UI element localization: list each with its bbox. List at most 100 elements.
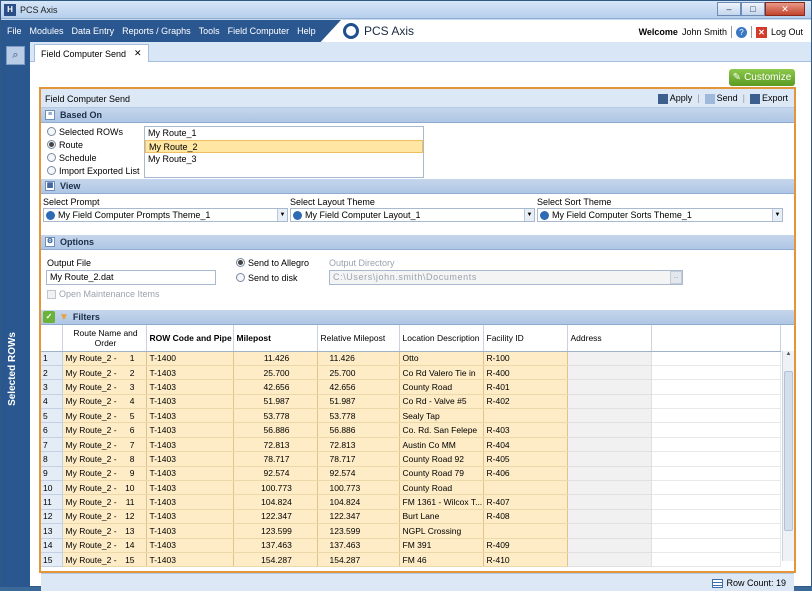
selected-rows-sidebar[interactable]: ⌕ Selected ROWs xyxy=(1,42,30,587)
table-row[interactable]: 5 My Route_2 -5 T-1403 53.778 53.778 Sealy Ta… xyxy=(41,408,781,424)
column-header[interactable]: Address xyxy=(567,325,652,352)
table-cell: R-409 xyxy=(483,538,568,553)
table-cell: 25.700 xyxy=(317,365,400,381)
column-header[interactable]: ROW Code and Pipe xyxy=(146,325,234,352)
table-cell: 72.813 xyxy=(317,437,400,453)
table-cell: 11.426 xyxy=(317,351,400,366)
app-icon: H xyxy=(4,4,16,16)
based-on-radio-selected-rows[interactable]: Selected ROWs xyxy=(47,126,140,137)
send-disk-radio[interactable]: Send to disk xyxy=(236,272,298,283)
send-button[interactable]: Send xyxy=(704,93,738,104)
send-allegro-radio[interactable]: Send to Allegro xyxy=(236,257,309,268)
based-on-radio-import-exported-list[interactable]: Import Exported List xyxy=(47,165,140,176)
customize-button[interactable]: ✎ Customize xyxy=(729,69,795,86)
menu-item-field-computer[interactable]: Field Computer xyxy=(228,26,290,36)
based-on-section: Selected ROWs Route Schedule Import Exporte… xyxy=(41,123,794,179)
table-cell: 25.700 xyxy=(233,365,318,381)
output-file-input[interactable]: My Route_2.dat xyxy=(46,270,216,285)
based-on-icon: ≡ xyxy=(45,110,55,120)
table-row[interactable]: 1 My Route_2 -1 T-1400 11.426 11.426 Otto R-10… xyxy=(41,351,781,366)
table-cell: 123.599 xyxy=(317,523,400,539)
search-icon[interactable]: ⌕ xyxy=(6,46,25,65)
table-cell: Co. Rd. San Felepe xyxy=(399,422,484,438)
table-cell: 53.778 xyxy=(233,408,318,424)
scroll-up-icon[interactable]: ▲ xyxy=(783,351,794,357)
table-row[interactable]: 13 My Route_2 -13 T-1403 123.599 123.599 NGPL… xyxy=(41,523,781,539)
help-icon[interactable]: ? xyxy=(735,26,747,38)
select-layout-dropdown[interactable]: My Field Computer Layout_1 ▼ xyxy=(290,208,535,222)
main-content: ✎ Customize Field Computer Send Apply | … xyxy=(30,62,811,591)
select-prompt-dropdown[interactable]: My Field Computer Prompts Theme_1 ▼ xyxy=(43,208,288,222)
menu-item-file[interactable]: File xyxy=(7,26,22,36)
select-prompt-label: Select Prompt xyxy=(43,197,100,207)
table-cell: My Route_2 -12 xyxy=(62,509,147,525)
apply-button[interactable]: Apply xyxy=(657,93,692,104)
table-cell: 4 xyxy=(41,394,63,410)
export-button[interactable]: Export xyxy=(749,93,788,104)
menu-item-help[interactable]: Help xyxy=(297,26,316,36)
table-cell: T-1400 xyxy=(146,351,234,366)
logout-link[interactable]: Log Out xyxy=(771,27,803,37)
scrollbar-thumb[interactable] xyxy=(784,371,793,531)
menu-bar: File Modules Data Entry Reports / Graphs Too… xyxy=(1,20,811,42)
chevron-down-icon[interactable]: ▼ xyxy=(524,209,534,221)
table-row[interactable]: 6 My Route_2 -6 T-1403 56.886 56.886 Co. Rd. … xyxy=(41,422,781,438)
table-cell: 9 xyxy=(41,466,63,482)
table-cell xyxy=(651,437,781,453)
table-row[interactable]: 11 My Route_2 -11 T-1403 104.824 104.824 FM 1… xyxy=(41,494,781,510)
menu-item-tools[interactable]: Tools xyxy=(199,26,220,36)
table-row[interactable]: 2 My Route_2 -2 T-1403 25.700 25.700 Co Rd Va… xyxy=(41,365,781,381)
tab-field-computer-send[interactable]: Field Computer Send ✕ xyxy=(34,44,149,62)
route-list-item[interactable]: My Route_1 xyxy=(145,127,423,140)
table-cell: 122.347 xyxy=(233,509,318,525)
table-cell: 51.987 xyxy=(233,394,318,410)
table-cell: T-1403 xyxy=(146,437,234,453)
menu-item-data-entry[interactable]: Data Entry xyxy=(72,26,115,36)
chevron-down-icon[interactable]: ▼ xyxy=(772,209,782,221)
table-cell: 3 xyxy=(41,379,63,395)
table-cell: 56.886 xyxy=(317,422,400,438)
table-row[interactable]: 15 My Route_2 -15 T-1403 154.287 154.287 FM 4… xyxy=(41,552,781,568)
route-grid: Route Name and Order ROW Code and Pipe Mil… xyxy=(41,325,794,573)
maximize-button[interactable]: □ xyxy=(741,2,765,16)
grid-scrollbar[interactable]: ▲ xyxy=(782,351,794,561)
table-cell: 72.813 xyxy=(233,437,318,453)
view-section-header[interactable]: ▦ View xyxy=(41,179,794,194)
table-row[interactable]: 3 My Route_2 -3 T-1403 42.656 42.656 County R… xyxy=(41,379,781,395)
table-row[interactable]: 7 My Route_2 -7 T-1403 72.813 72.813 Austin C… xyxy=(41,437,781,453)
user-name: John Smith xyxy=(681,27,727,37)
expand-filters-button[interactable]: ✓ xyxy=(43,311,55,323)
logout-icon[interactable]: ✕ xyxy=(755,26,767,38)
chevron-down-icon[interactable]: ▼ xyxy=(277,209,287,221)
table-cell: R-404 xyxy=(483,437,568,453)
column-header[interactable]: Route Name and Order xyxy=(62,325,147,352)
open-maintenance-checkbox[interactable]: Open Maintenance Items xyxy=(47,289,160,300)
minimize-button[interactable]: – xyxy=(717,2,741,16)
column-header[interactable]: Location Description xyxy=(399,325,484,352)
based-on-radio-route[interactable]: Route xyxy=(47,139,140,150)
route-list-item[interactable]: My Route_2 xyxy=(145,140,423,153)
table-row[interactable]: 8 My Route_2 -8 T-1403 78.717 78.717 County R… xyxy=(41,451,781,467)
table-cell: 53.778 xyxy=(317,408,400,424)
menu-item-modules[interactable]: Modules xyxy=(30,26,64,36)
filters-section-header[interactable]: ✓ ▼ Filters xyxy=(41,310,794,325)
close-window-button[interactable]: ✕ xyxy=(765,2,805,16)
select-sort-dropdown[interactable]: My Field Computer Sorts Theme_1 ▼ xyxy=(537,208,783,222)
route-list-item[interactable]: My Route_3 xyxy=(145,153,423,166)
based-on-section-header[interactable]: ≡ Based On xyxy=(41,108,794,123)
options-section-header[interactable]: ⚙ Options xyxy=(41,235,794,250)
app-window: H PCS Axis – □ ✕ File Modules Data Entry Re… xyxy=(0,0,812,591)
column-header[interactable]: Facility ID xyxy=(483,325,568,352)
table-row[interactable]: 10 My Route_2 -10 T-1403 100.773 100.773 Coun… xyxy=(41,480,781,496)
table-row[interactable]: 12 My Route_2 -12 T-1403 122.347 122.347 Burt… xyxy=(41,509,781,525)
route-list[interactable]: My Route_1 My Route_2 My Route_3 xyxy=(144,126,424,178)
table-row[interactable]: 4 My Route_2 -4 T-1403 51.987 51.987 Co Rd - … xyxy=(41,394,781,410)
column-header[interactable]: Milepost xyxy=(233,325,318,352)
close-tab-icon[interactable]: ✕ xyxy=(134,48,142,59)
table-cell: 42.656 xyxy=(233,379,318,395)
table-row[interactable]: 9 My Route_2 -9 T-1403 92.574 92.574 County R… xyxy=(41,466,781,482)
column-header[interactable]: Relative Milepost xyxy=(317,325,400,352)
table-row[interactable]: 14 My Route_2 -14 T-1403 137.463 137.463 FM 3… xyxy=(41,538,781,553)
based-on-radio-schedule[interactable]: Schedule xyxy=(47,152,140,163)
menu-item-reports-graphs[interactable]: Reports / Graphs xyxy=(122,26,191,36)
